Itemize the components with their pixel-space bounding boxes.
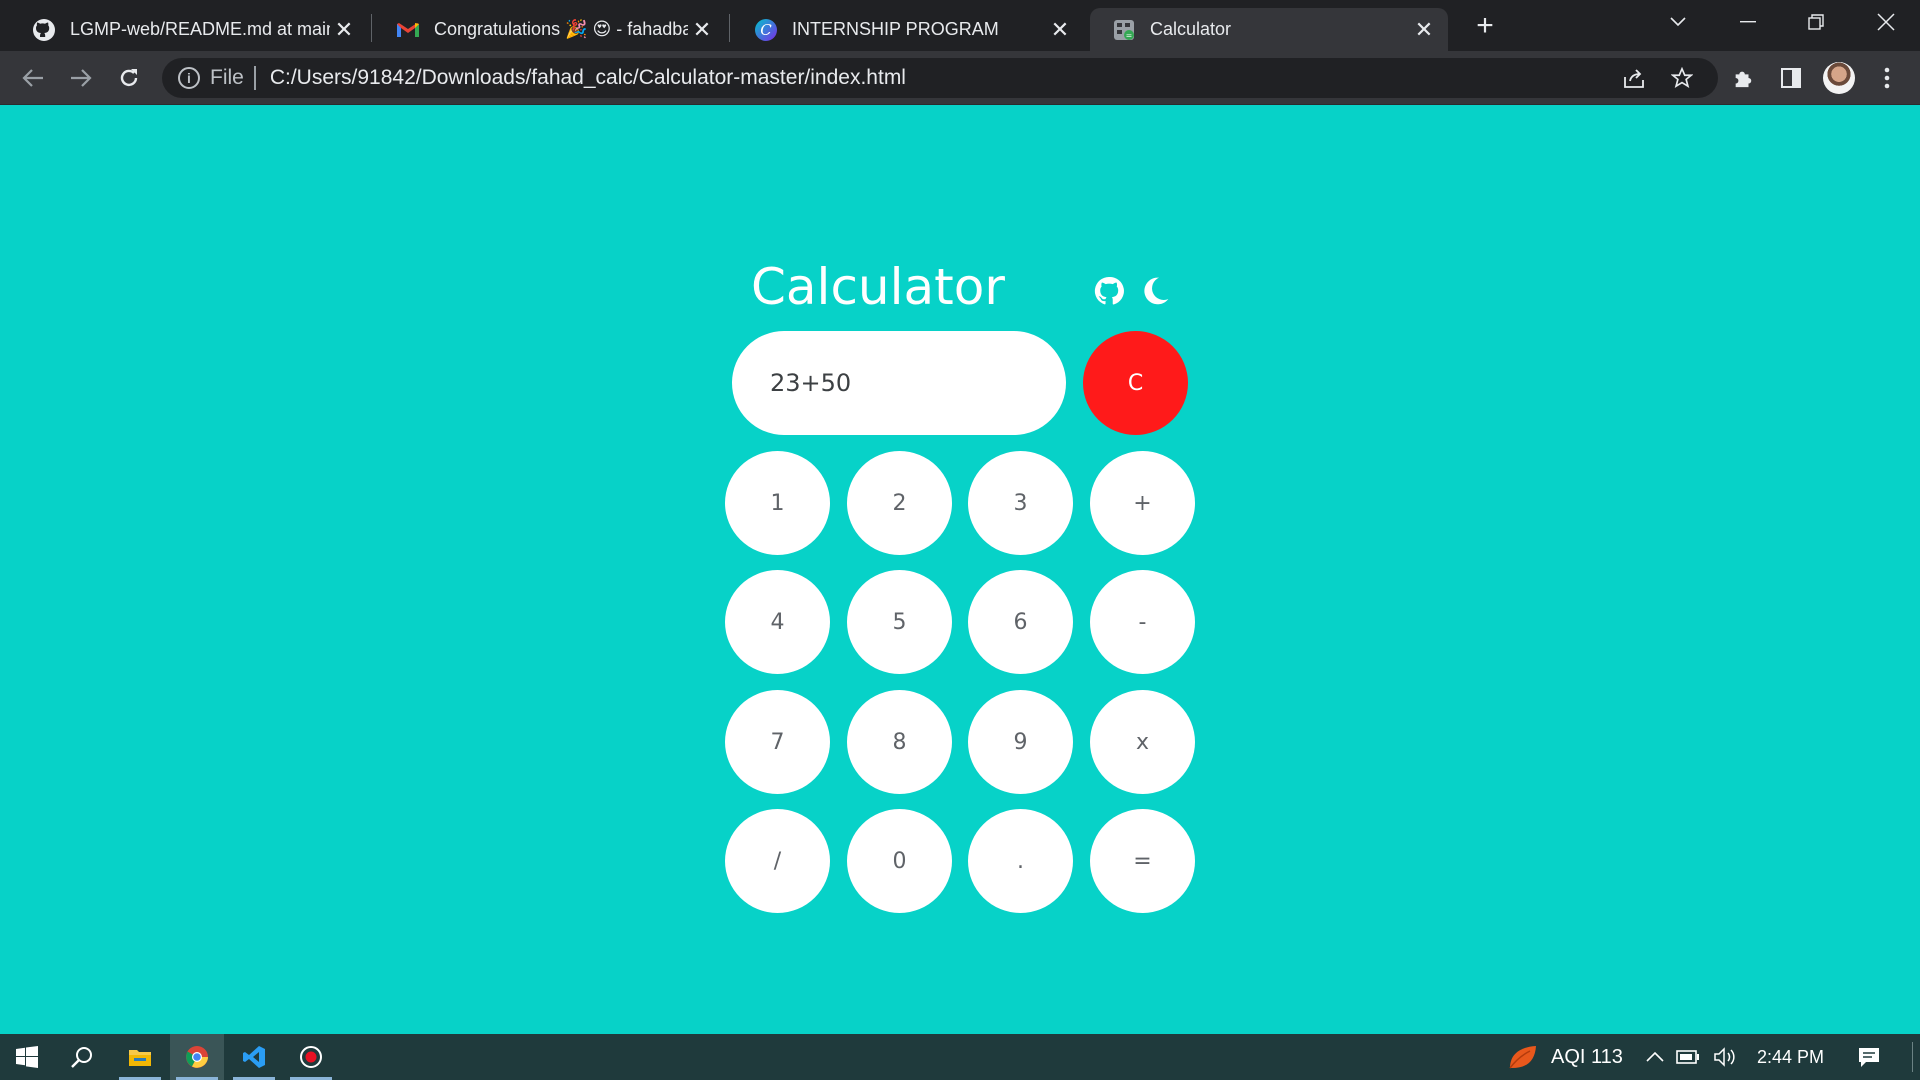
key-divide-button[interactable]: /	[725, 809, 830, 913]
github-icon	[32, 18, 56, 42]
tab-divider	[729, 14, 730, 42]
display-value: 23+50	[770, 369, 852, 397]
tab-gmail-congratulations[interactable]: Congratulations 🎉 😍 - fahadba ✕	[374, 8, 726, 51]
file-explorer-icon[interactable]	[113, 1034, 167, 1080]
share-icon[interactable]	[1615, 59, 1653, 97]
github-icon[interactable]	[1092, 274, 1126, 308]
dark-mode-moon-icon[interactable]	[1138, 274, 1172, 308]
browser-toolbar: i File C:/Users/91842/Downloads/fahad_ca…	[0, 51, 1920, 105]
tab-title: LGMP-web/README.md at main	[70, 19, 330, 39]
tab-github-readme[interactable]: LGMP-web/README.md at main ✕	[10, 8, 368, 51]
screen-recorder-icon[interactable]	[284, 1034, 338, 1080]
clear-button[interactable]: C	[1083, 331, 1188, 435]
restore-icon[interactable]	[1782, 0, 1850, 44]
clock-time[interactable]: 2:44 PM	[1757, 1034, 1824, 1080]
key-multiply-button[interactable]: x	[1090, 690, 1195, 794]
tab-title: Calculator	[1150, 19, 1232, 39]
key-2-button[interactable]: 2	[847, 451, 952, 555]
minimize-icon[interactable]	[1714, 0, 1782, 44]
svg-text:=: =	[1126, 31, 1133, 40]
key-7-button[interactable]: 7	[725, 690, 830, 794]
tab-divider	[371, 14, 372, 42]
calculator-display: 23+50	[732, 331, 1066, 435]
key-subtract-button[interactable]: -	[1090, 570, 1195, 674]
address-bar[interactable]: i File C:/Users/91842/Downloads/fahad_ca…	[162, 58, 1718, 98]
profile-avatar[interactable]	[1823, 62, 1855, 94]
key-equals-button[interactable]: =	[1090, 809, 1195, 913]
close-tab-icon[interactable]: ✕	[1410, 16, 1438, 44]
key-decimal-button[interactable]: .	[968, 809, 1073, 913]
chrome-icon[interactable]	[170, 1034, 224, 1080]
tab-title: INTERNSHIP PROGRAM	[792, 19, 999, 39]
key-8-button[interactable]: 8	[847, 690, 952, 794]
search-icon[interactable]	[55, 1034, 109, 1080]
key-1-button[interactable]: 1	[725, 451, 830, 555]
tab-search-chevron-icon[interactable]	[1644, 0, 1712, 44]
battery-icon[interactable]	[1672, 1034, 1704, 1080]
close-tab-icon[interactable]: ✕	[688, 16, 716, 44]
key-6-button[interactable]: 6	[968, 570, 1073, 674]
address-divider	[253, 66, 256, 90]
notifications-icon[interactable]	[1846, 1034, 1892, 1080]
back-arrow-icon[interactable]	[14, 59, 52, 97]
tab-calculator[interactable]: = Calculator ✕	[1090, 8, 1448, 51]
site-info-icon[interactable]: i	[178, 67, 200, 89]
volume-icon[interactable]	[1708, 1034, 1742, 1080]
key-0-button[interactable]: 0	[847, 809, 952, 913]
close-window-icon[interactable]	[1852, 0, 1920, 44]
app-title: Calculator	[751, 258, 1005, 316]
tray-chevron-up-icon[interactable]	[1640, 1034, 1670, 1080]
more-menu-icon[interactable]	[1868, 59, 1906, 97]
tab-internship-program[interactable]: C INTERNSHIP PROGRAM ✕	[732, 8, 1084, 51]
key-9-button[interactable]: 9	[968, 690, 1073, 794]
close-tab-icon[interactable]: ✕	[330, 16, 358, 44]
key-4-button[interactable]: 4	[725, 570, 830, 674]
reload-icon[interactable]	[110, 59, 148, 97]
extensions-puzzle-icon[interactable]	[1724, 59, 1762, 97]
show-desktop-divider[interactable]	[1912, 1042, 1913, 1072]
forward-arrow-icon[interactable]	[62, 59, 100, 97]
weather-leaf-icon[interactable]	[1494, 1034, 1550, 1080]
key-5-button[interactable]: 5	[847, 570, 952, 674]
bookmark-star-icon[interactable]	[1663, 59, 1701, 97]
calculator-favicon: =	[1112, 18, 1136, 42]
address-url[interactable]: C:/Users/91842/Downloads/fahad_calc/Calc…	[270, 66, 906, 90]
address-scheme-label: File	[210, 66, 244, 89]
key-add-button[interactable]: +	[1090, 451, 1195, 555]
tab-strip: LGMP-web/README.md at main ✕ Congratulat…	[0, 0, 1920, 51]
canva-icon: C	[754, 18, 778, 42]
key-3-button[interactable]: 3	[968, 451, 1073, 555]
taskbar: AQI 113 2:44 PM	[0, 1034, 1920, 1080]
gmail-icon	[396, 18, 420, 42]
aqi-indicator[interactable]: AQI 113	[1551, 1034, 1623, 1080]
tab-title: Congratulations 🎉 😍 - fahadba	[434, 19, 688, 39]
windows-start-icon[interactable]	[0, 1034, 54, 1080]
new-tab-button[interactable]: +	[1468, 9, 1502, 43]
vscode-icon[interactable]	[227, 1034, 281, 1080]
side-panel-icon[interactable]	[1772, 59, 1810, 97]
close-tab-icon[interactable]: ✕	[1046, 16, 1074, 44]
svg-text:C: C	[760, 21, 772, 39]
